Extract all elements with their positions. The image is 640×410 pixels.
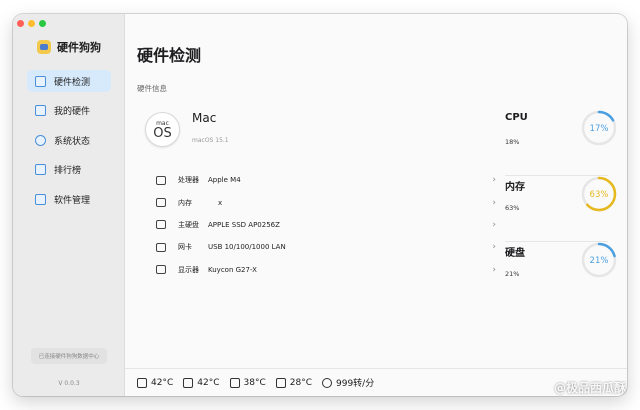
sidebar-item-hardware-check[interactable]: 硬件检测 bbox=[27, 70, 111, 92]
os-version: macOS 15.1 bbox=[192, 137, 229, 144]
usage-ring: 63% bbox=[581, 176, 617, 212]
spec-label: 显示器 bbox=[178, 265, 199, 274]
chevron-right-icon: › bbox=[492, 219, 496, 230]
my-hardware-icon bbox=[35, 105, 46, 117]
memory-icon bbox=[156, 198, 166, 208]
stat-ssd-temp: 38°C bbox=[229, 377, 266, 388]
cpu-icon bbox=[156, 175, 166, 185]
spec-row-network[interactable]: 网卡 USB 10/100/1000 LAN › bbox=[156, 236, 496, 258]
spec-row-disk[interactable]: 主硬盘 APPLE SSD AP0256Z › bbox=[156, 214, 496, 236]
spec-label: 网卡 bbox=[178, 243, 192, 252]
sidebar-item-system-status[interactable]: 系统状态 bbox=[27, 129, 111, 151]
stat-value: 999转/分 bbox=[336, 379, 375, 389]
spec-row-display[interactable]: 显示器 Kuycon G27-X › bbox=[156, 259, 496, 281]
usage-ring-label: 21% bbox=[590, 256, 609, 266]
os-badge-big: OS bbox=[153, 125, 172, 141]
watermark: @极品西瓜酥 bbox=[553, 381, 626, 395]
sidebar-item-label: 硬件检测 bbox=[54, 77, 91, 88]
sidebar-item-my-hardware[interactable]: 我的硬件 bbox=[27, 100, 111, 122]
stat-value: 42°C bbox=[151, 377, 174, 388]
main-content: 硬件检测 硬件信息 mac OS Mac macOS 15.1 处理器 Appl… bbox=[125, 14, 627, 396]
usage-percent: 18% bbox=[505, 138, 520, 146]
usage-percent: 63% bbox=[505, 204, 520, 212]
stat-fan-speed: 999转/分 bbox=[322, 376, 374, 389]
usage-ring-label: 63% bbox=[590, 190, 609, 200]
sidebar-item-label: 软件管理 bbox=[54, 195, 91, 206]
window-controls bbox=[17, 20, 46, 27]
fan-icon bbox=[322, 377, 332, 388]
sidebar-item-ranking[interactable]: 排行榜 bbox=[27, 159, 111, 181]
spec-value: USB 10/100/1000 LAN bbox=[208, 243, 286, 252]
ssd-temp-icon bbox=[229, 377, 240, 388]
app-logo-icon bbox=[37, 40, 51, 54]
gpu-temp-icon bbox=[183, 377, 194, 388]
disk-icon bbox=[156, 220, 166, 230]
spec-label: 处理器 bbox=[178, 176, 199, 185]
sidebar-item-label: 系统状态 bbox=[54, 136, 91, 147]
usage-name: 硬盘 bbox=[505, 248, 525, 259]
app-version: V 0.0.3 bbox=[58, 380, 80, 387]
zoom-window-button[interactable] bbox=[39, 20, 46, 27]
sidebar-nav: 硬件检测 我的硬件 系统状态 排行榜 软件管理 bbox=[27, 70, 111, 218]
device-name: Mac bbox=[192, 111, 217, 125]
spec-value: APPLE SSD AP0256Z bbox=[208, 220, 280, 229]
spec-row-memory[interactable]: 内存 x › bbox=[156, 191, 496, 213]
stat-value: 38°C bbox=[243, 377, 266, 388]
usage-ring: 17% bbox=[581, 110, 617, 146]
stat-cpu-temp: 42°C bbox=[137, 377, 174, 388]
stat-value: 42°C bbox=[197, 377, 220, 388]
chevron-right-icon: › bbox=[492, 175, 496, 186]
app-brand: 硬件狗狗 bbox=[37, 39, 101, 55]
app-name: 硬件狗狗 bbox=[57, 41, 101, 54]
sidebar-item-label: 我的硬件 bbox=[54, 107, 91, 118]
spec-label: 主硬盘 bbox=[178, 220, 199, 229]
software-manage-icon bbox=[35, 193, 46, 205]
app-window: 硬件狗狗 硬件检测 我的硬件 系统状态 排行榜 软件管理 已连接硬件狗狗数据中心… bbox=[13, 14, 627, 396]
section-label: 硬件信息 bbox=[137, 84, 167, 93]
network-icon bbox=[156, 242, 166, 252]
page-title: 硬件检测 bbox=[137, 46, 202, 65]
usage-percent: 21% bbox=[505, 270, 520, 278]
spec-label: 内存 bbox=[178, 198, 192, 207]
spec-value: Kuycon G27-X bbox=[208, 265, 257, 274]
ranking-icon bbox=[35, 164, 46, 176]
connection-status: 已连接硬件狗狗数据中心 bbox=[31, 348, 107, 364]
close-window-button[interactable] bbox=[17, 20, 24, 27]
macos-logo-icon: mac OS bbox=[145, 112, 180, 147]
stat-board-temp: 28°C bbox=[275, 377, 312, 388]
spec-value: x bbox=[218, 198, 223, 207]
usage-ring-label: 17% bbox=[590, 124, 609, 134]
hardware-check-icon bbox=[35, 75, 46, 87]
chevron-right-icon: › bbox=[492, 197, 496, 208]
usage-name: 内存 bbox=[505, 182, 525, 193]
sidebar: 硬件狗狗 硬件检测 我的硬件 系统状态 排行榜 软件管理 已连接硬件狗狗数据中心… bbox=[13, 14, 125, 396]
stat-value: 28°C bbox=[289, 377, 312, 388]
status-bar: 42°C 42°C 38°C 28°C 999转/分 bbox=[125, 368, 627, 396]
system-status-icon bbox=[35, 134, 46, 146]
sidebar-item-label: 排行榜 bbox=[54, 166, 82, 177]
stat-gpu-temp: 42°C bbox=[183, 377, 220, 388]
usage-ring: 21% bbox=[581, 242, 617, 278]
chevron-right-icon: › bbox=[492, 264, 496, 275]
chevron-right-icon: › bbox=[492, 242, 496, 253]
display-icon bbox=[156, 265, 166, 275]
cpu-temp-icon bbox=[137, 377, 147, 388]
spec-list: 处理器 Apple M4 › 内存 x › 主硬盘 APPLE SSD AP02… bbox=[156, 169, 496, 281]
sidebar-item-software-manage[interactable]: 软件管理 bbox=[27, 188, 111, 210]
usage-name: CPU bbox=[505, 112, 528, 123]
minimize-window-button[interactable] bbox=[28, 20, 35, 27]
board-temp-icon bbox=[275, 377, 286, 388]
spec-value: Apple M4 bbox=[208, 176, 241, 185]
spec-row-cpu[interactable]: 处理器 Apple M4 › bbox=[156, 169, 496, 191]
